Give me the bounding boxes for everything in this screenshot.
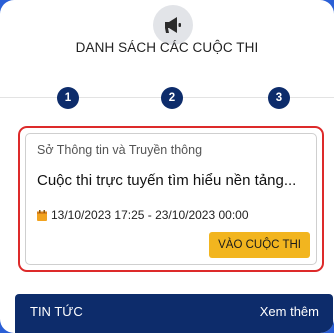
step-3[interactable]: 3 [268,87,290,109]
see-more-link[interactable]: Xem thêm [260,304,319,319]
join-contest-button[interactable]: VÀO CUỘC THI [209,232,310,258]
megaphone-icon [153,5,193,45]
contest-list-card: DANH SÁCH CÁC CUỘC THI 1 2 3 Sở Thông ti… [0,0,334,333]
contest-title[interactable]: Cuộc thi trực tuyến tìm hiểu nền tảng... [37,172,309,189]
step-1[interactable]: 1 [57,87,79,109]
contest-organization: Sở Thông tin và Truyền thông [37,143,203,157]
news-title: TIN TỨC [30,304,83,319]
contest-date-row: 13/10/2023 17:25 - 23/10/2023 00:00 [37,208,249,222]
contest-item[interactable]: Sở Thông tin và Truyền thông Cuộc thi tr… [18,126,324,272]
contest-date-range: 13/10/2023 17:25 - 23/10/2023 00:00 [51,208,249,222]
step-2[interactable]: 2 [161,87,183,109]
news-section-header: TIN TỨC Xem thêm [15,294,333,333]
page-title: DANH SÁCH CÁC CUỘC THI [75,40,259,55]
calendar-icon [37,209,47,221]
